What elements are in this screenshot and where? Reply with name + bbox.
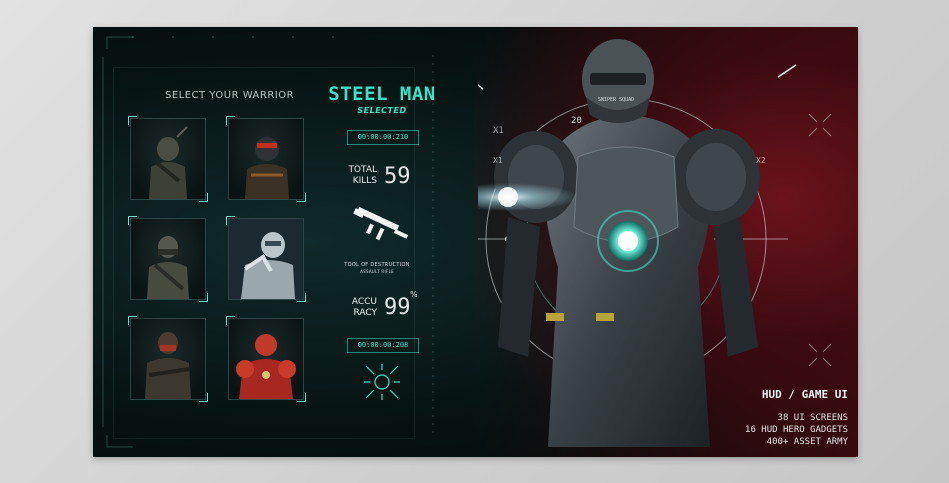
kills-label-line1: TOTAL [348, 165, 377, 175]
masked-gunner-icon [145, 332, 191, 399]
helmet-text: SNIPER SQUAD [598, 97, 635, 103]
hud-marker-1: X1 [493, 126, 504, 136]
crosshair-emblem-icon [364, 364, 400, 400]
promo-line-1: 38 UI SCREENS [777, 413, 848, 423]
code-readout-bottom: 00:00:00:208 [347, 338, 419, 353]
accuracy-label-line2: RACY [353, 308, 377, 318]
crosshair-top-right-icon [808, 113, 832, 137]
accuracy-unit: % [410, 290, 418, 299]
tool-sublabel: ASSAULT RIFLE [360, 269, 394, 274]
promo-title-left: HUD [761, 388, 782, 401]
warrior-slot-6[interactable] [226, 316, 306, 402]
hud-marker-3: X2 [756, 156, 766, 165]
tool-label: TOOL OF DESTRUCTION [344, 262, 410, 268]
promo-title: HUD / GAME UI [762, 388, 848, 401]
warrior-slot-4[interactable] [226, 216, 306, 302]
warrior-slot-5[interactable] [128, 316, 208, 402]
bandana-soldier-icon [147, 236, 189, 299]
hooded-rifleman-icon [149, 126, 188, 199]
assault-rifle-icon [353, 206, 409, 241]
hud-marker-2: X1 [493, 156, 503, 165]
promo-title-separator: / [788, 388, 796, 401]
red-armor-icon [236, 334, 296, 399]
roster-heading: SELECT YOUR WARRIOR [165, 90, 295, 101]
warrior-slot-2[interactable] [226, 116, 306, 202]
kills-label-line2: KILLS [352, 176, 377, 186]
accuracy-label-line1: ACCU [351, 297, 377, 307]
steel-man-icon [229, 219, 303, 299]
accuracy-value: 99 [384, 295, 411, 320]
selected-hero-name: STEEL MAN [328, 83, 436, 105]
shoulder-number: 20 [571, 116, 582, 126]
selected-status: SELECTED [357, 106, 407, 115]
red-visor-soldier-icon [245, 137, 289, 199]
promo-title-right: GAME UI [801, 388, 848, 401]
promo-line-3: 400+ ASSET ARMY [766, 437, 848, 447]
warrior-slot-1[interactable] [128, 116, 208, 202]
code-readout-top: 00:00:00:210 [347, 130, 419, 145]
crosshair-bottom-right-icon [808, 343, 832, 367]
warrior-slot-3[interactable] [128, 216, 208, 302]
promo-line-2: 16 HUD HERO GADGETS [745, 425, 848, 435]
kills-value: 59 [384, 164, 411, 189]
